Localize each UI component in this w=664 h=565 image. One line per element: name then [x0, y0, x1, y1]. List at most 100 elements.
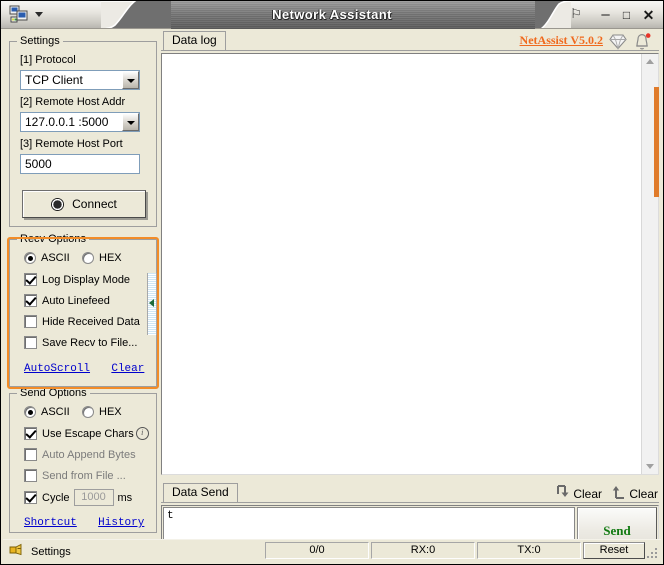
bell-notification-icon[interactable] — [633, 33, 653, 54]
netassist-brand-link[interactable]: NetAssist V5.0.2 — [520, 33, 603, 48]
datalog-textarea[interactable] — [162, 54, 639, 474]
datasend-tabstrip: Data Send Clear — [161, 483, 659, 503]
title-bar-left-curve — [101, 1, 171, 29]
send-use-escape-chars-checkbox[interactable]: Use Escape Chars i — [24, 427, 149, 440]
status-rx: RX:0 — [371, 542, 475, 559]
application-window: Network Assistant ⚐ – □ ✕ Settings [1] P… — [0, 0, 664, 565]
resize-grip[interactable] — [645, 546, 659, 560]
tab-data-send[interactable]: Data Send — [163, 483, 238, 502]
radio-indicator — [24, 406, 36, 418]
radio-indicator — [82, 252, 94, 264]
pin-window-icon[interactable]: ⚐ — [567, 6, 585, 23]
autoscroll-link[interactable]: AutoScroll — [24, 363, 90, 375]
connect-button[interactable]: Connect — [22, 190, 146, 218]
tabstrip-underline — [161, 50, 659, 51]
title-bar-right-curve — [535, 1, 571, 29]
recv-save-to-file-checkbox[interactable]: Save Recv to File... — [24, 336, 137, 349]
settings-group: Settings [1] Protocol TCP Client [2] Rem… — [9, 41, 157, 227]
send-ascii-radio[interactable]: ASCII — [24, 406, 70, 418]
clear-send-label: Clear — [629, 487, 658, 501]
scroll-up-arrow-icon[interactable] — [642, 54, 658, 70]
right-panel: Data log NetAssist V5.0.2 — [161, 31, 659, 536]
status-bar: Settings 0/0 RX:0 TX:0 Reset — [3, 539, 661, 562]
send-options-group-title: Send Options — [17, 387, 90, 399]
minimize-button[interactable]: – — [597, 7, 614, 24]
window-body: Settings [1] Protocol TCP Client [2] Rem… — [1, 29, 663, 564]
power-dot-icon — [51, 198, 64, 211]
checkbox-indicator — [24, 294, 37, 307]
diamond-gem-icon[interactable] — [609, 33, 627, 53]
radio-indicator — [82, 406, 94, 418]
remote-host-addr-label: [2] Remote Host Addr — [20, 96, 125, 108]
tab-data-log[interactable]: Data log — [163, 31, 226, 50]
send-hex-radio[interactable]: HEX — [82, 406, 122, 418]
clear-recv-button[interactable]: Clear — [556, 484, 602, 503]
recv-save-to-file-label: Save Recv to File... — [42, 337, 137, 349]
checkbox-indicator — [24, 427, 37, 440]
checkbox-indicator — [24, 491, 37, 504]
send-cycle-input[interactable]: 1000 — [74, 489, 114, 506]
recv-ascii-radio[interactable]: ASCII — [24, 252, 70, 264]
clear-recv-label: Clear — [573, 487, 602, 501]
send-ascii-label: ASCII — [41, 406, 70, 418]
send-use-escape-chars-label: Use Escape Chars — [42, 428, 134, 440]
chevron-down-icon[interactable] — [35, 12, 43, 17]
status-count: 0/0 — [265, 542, 369, 559]
recv-hex-radio[interactable]: HEX — [82, 252, 122, 264]
close-button[interactable]: ✕ — [640, 7, 657, 24]
orange-edge-marker — [654, 87, 659, 197]
scroll-down-arrow-icon[interactable] — [642, 458, 658, 474]
settings-hand-icon — [9, 543, 25, 560]
recv-auto-linefeed-checkbox[interactable]: Auto Linefeed — [24, 294, 110, 307]
connect-button-label: Connect — [72, 197, 117, 211]
history-link[interactable]: History — [98, 517, 144, 529]
send-cycle-unit: ms — [118, 492, 133, 504]
maximize-button[interactable]: □ — [618, 7, 635, 24]
title-bar: Network Assistant ⚐ – □ ✕ — [1, 1, 663, 29]
send-options-group: Send Options ASCII HEX Use Escape Chars … — [9, 393, 157, 533]
settings-group-title: Settings — [17, 35, 63, 47]
send-auto-append-bytes-checkbox[interactable]: Auto Append Bytes — [24, 448, 136, 461]
checkbox-indicator — [24, 469, 37, 482]
clear-send-button[interactable]: Clear — [612, 484, 658, 503]
send-from-file-label: Send from File ... — [42, 470, 126, 482]
recv-log-display-mode-label: Log Display Mode — [42, 274, 130, 286]
send-hex-label: HEX — [99, 406, 122, 418]
remote-host-addr-select[interactable]: 127.0.0.1 :5000 — [20, 112, 140, 132]
status-settings-label: Settings — [31, 546, 71, 558]
info-circle-icon[interactable]: i — [136, 427, 149, 440]
status-settings-button[interactable]: Settings — [9, 543, 71, 560]
radio-indicator — [24, 252, 36, 264]
recv-options-group: Recv Options ASCII HEX Log Display Mode … — [9, 239, 157, 387]
checkbox-indicator — [24, 273, 37, 286]
datalog-tabstrip: Data log NetAssist V5.0.2 — [161, 31, 659, 51]
arrow-down-clear-icon — [556, 484, 570, 503]
recv-log-display-mode-checkbox[interactable]: Log Display Mode — [24, 273, 130, 286]
recv-clear-link[interactable]: Clear — [111, 363, 144, 375]
remote-host-port-input[interactable]: 5000 — [20, 154, 140, 174]
send-cycle-checkbox[interactable]: Cycle 1000 ms — [24, 489, 132, 506]
recv-ascii-label: ASCII — [41, 252, 70, 264]
recv-auto-linefeed-label: Auto Linefeed — [42, 295, 110, 307]
shortcut-link[interactable]: Shortcut — [24, 517, 77, 529]
protocol-select[interactable]: TCP Client — [20, 70, 140, 90]
checkbox-indicator — [24, 448, 37, 461]
send-from-file-checkbox[interactable]: Send from File ... — [24, 469, 126, 482]
recv-hide-received-data-label: Hide Received Data — [42, 316, 140, 328]
status-tx: TX:0 — [477, 542, 581, 559]
protocol-label: [1] Protocol — [20, 54, 76, 66]
recv-hide-received-data-checkbox[interactable]: Hide Received Data — [24, 315, 140, 328]
remote-host-addr-value: 127.0.0.1 :5000 — [21, 115, 122, 129]
status-reset-button[interactable]: Reset — [583, 542, 645, 559]
recv-hex-label: HEX — [99, 252, 122, 264]
panel-collapse-splitter[interactable] — [147, 273, 157, 335]
left-panel: Settings [1] Protocol TCP Client [2] Rem… — [7, 33, 159, 533]
chevron-down-icon[interactable] — [122, 113, 139, 131]
protocol-value: TCP Client — [21, 73, 122, 87]
chevron-down-icon[interactable] — [122, 71, 139, 89]
checkbox-indicator — [24, 336, 37, 349]
window-apps-icon[interactable] — [9, 5, 29, 25]
remote-host-port-label: [3] Remote Host Port — [20, 138, 123, 150]
recv-options-group-title: Recv Options — [17, 233, 89, 245]
checkbox-indicator — [24, 315, 37, 328]
